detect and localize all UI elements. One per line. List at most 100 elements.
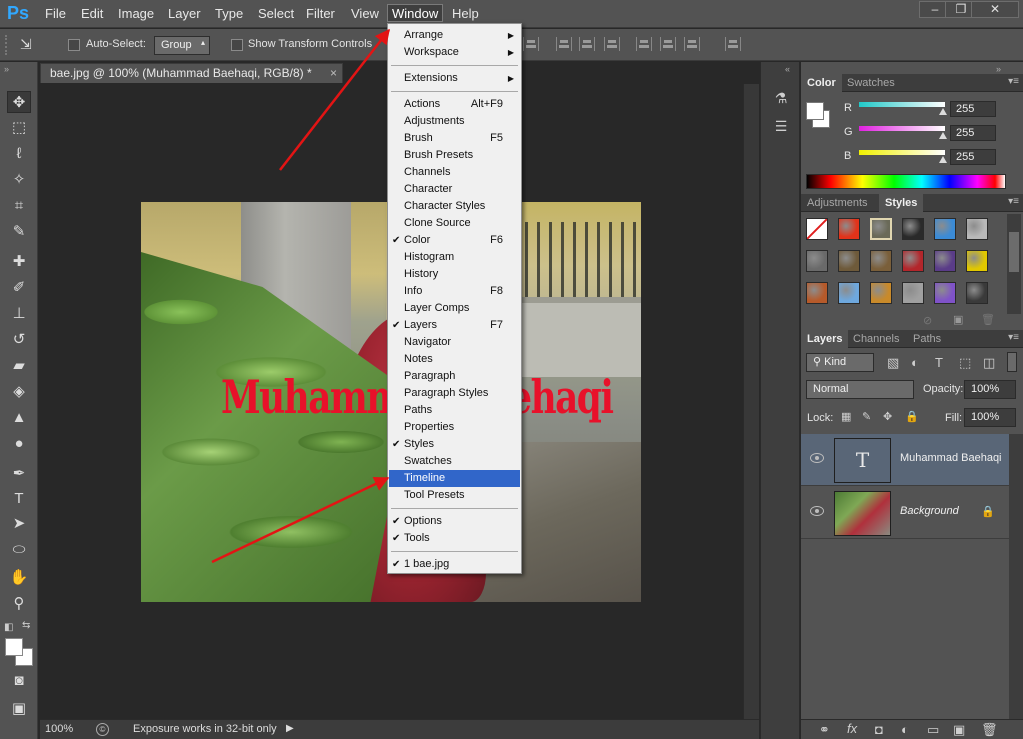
auto-select-checkbox[interactable] — [68, 39, 80, 51]
style-swatch[interactable] — [966, 250, 988, 272]
tab-channels[interactable]: Channels — [847, 330, 905, 348]
menu-item-tools[interactable]: ✔ Tools — [389, 530, 520, 547]
opacity-field[interactable]: 100% — [964, 380, 1016, 399]
collapse-arrows-icon[interactable]: » — [4, 64, 9, 74]
green-value[interactable]: 255 — [950, 125, 996, 141]
menu-item-actions[interactable]: Actions Alt+F9 — [389, 96, 520, 113]
menu-item-paragraph[interactable]: Paragraph — [389, 368, 520, 385]
distribute-right-icon[interactable] — [684, 37, 700, 51]
default-colors-icon[interactable]: ◧ — [4, 622, 13, 633]
style-swatch[interactable] — [838, 282, 860, 304]
style-swatch[interactable] — [902, 282, 924, 304]
menu-item-brush-presets[interactable]: Brush Presets — [389, 147, 520, 164]
zoom-tool-icon[interactable]: ⚲ — [7, 593, 31, 615]
screen-mode-icon[interactable]: ▣ — [7, 698, 31, 720]
filter-shape-icon[interactable]: ⬚ — [959, 355, 971, 371]
info-icon[interactable]: © — [96, 723, 109, 736]
menu-item-styles[interactable]: ✔ Styles — [389, 436, 520, 453]
filter-adjustment-icon[interactable]: ◐ — [911, 355, 919, 370]
collapse-panels-icon[interactable]: » — [996, 64, 1001, 74]
layer-name[interactable]: Background — [900, 505, 959, 517]
styles-scroll-thumb[interactable] — [1009, 232, 1019, 272]
panel-menu-icon[interactable]: ▾≡ — [1008, 76, 1019, 87]
menu-item-properties[interactable]: Properties — [389, 419, 520, 436]
style-swatch[interactable] — [870, 282, 892, 304]
tab-swatches[interactable]: Swatches — [841, 74, 901, 92]
menu-window[interactable]: Window — [387, 4, 444, 22]
collapse-dock-icon[interactable]: « — [785, 64, 790, 74]
ellipse-tool-icon[interactable]: ⬭ — [7, 539, 31, 561]
new-group-icon[interactable]: ▭ — [927, 722, 939, 738]
color-spectrum-ramp[interactable] — [806, 174, 1006, 189]
menu-help[interactable]: Help — [448, 5, 483, 23]
green-slider[interactable] — [859, 126, 945, 131]
menu-item-layers[interactable]: ✔ Layers F7 — [389, 317, 520, 334]
menu-layer[interactable]: Layer — [164, 5, 205, 23]
menu-filter[interactable]: Filter — [302, 5, 339, 23]
link-layers-icon[interactable]: ⚭ — [819, 722, 830, 738]
panel-menu-icon[interactable]: ▾≡ — [1008, 196, 1019, 207]
menu-type[interactable]: Type — [211, 5, 247, 23]
history-panel-icon[interactable]: ⚗ — [771, 88, 791, 108]
new-layer-icon[interactable]: ▣ — [953, 722, 965, 738]
style-swatch[interactable] — [870, 218, 892, 240]
menu-item-clone-source[interactable]: Clone Source — [389, 215, 520, 232]
lock-transparent-icon[interactable]: ▦ — [841, 410, 851, 423]
blue-slider[interactable] — [859, 150, 945, 155]
pen-tool-icon[interactable]: ✒ — [7, 463, 31, 485]
style-swatch[interactable] — [902, 218, 924, 240]
blend-mode-dropdown[interactable]: Normal — [806, 380, 914, 399]
quick-select-tool-icon[interactable]: ✧ — [7, 169, 31, 191]
menu-item-swatches[interactable]: Swatches — [389, 453, 520, 470]
menu-item-timeline[interactable]: Timeline — [389, 470, 520, 487]
style-swatch[interactable] — [806, 250, 828, 272]
style-swatch[interactable] — [966, 282, 988, 304]
tab-layers[interactable]: Layers — [801, 330, 849, 348]
menu-view[interactable]: View — [347, 5, 383, 23]
menu-item-arrange[interactable]: Arrange ▶ — [389, 27, 520, 44]
healing-brush-tool-icon[interactable]: ✚ — [7, 251, 31, 273]
swap-colors-icon[interactable]: ⇆ — [22, 620, 30, 631]
align-bottom-icon[interactable] — [604, 37, 620, 51]
style-swatch[interactable] — [966, 218, 988, 240]
green-slider-knob[interactable] — [939, 132, 947, 139]
menu-item-paragraph-styles[interactable]: Paragraph Styles — [389, 385, 520, 402]
style-swatch[interactable] — [870, 250, 892, 272]
delete-layer-icon[interactable]: 🗑 — [981, 722, 998, 738]
style-swatch[interactable] — [934, 250, 956, 272]
tab-color[interactable]: Color — [801, 74, 842, 92]
distribute-left-icon[interactable] — [636, 37, 652, 51]
close-document-icon[interactable]: × — [330, 64, 337, 83]
red-slider[interactable] — [859, 102, 945, 107]
lock-position-icon[interactable]: ✥ — [883, 410, 892, 423]
style-swatch[interactable] — [934, 218, 956, 240]
blue-slider-knob[interactable] — [939, 156, 947, 163]
document-tab[interactable]: bae.jpg @ 100% (Muhammad Baehaqi, RGB/8)… — [40, 63, 343, 83]
menu-item-color[interactable]: ✔ Color F6 — [389, 232, 520, 249]
align-top-icon[interactable] — [556, 37, 572, 51]
menu-select[interactable]: Select — [254, 5, 298, 23]
filter-type-icon[interactable]: T — [935, 355, 943, 370]
add-mask-icon[interactable]: ◘ — [875, 722, 883, 737]
red-value[interactable]: 255 — [950, 101, 996, 117]
delete-style-icon[interactable]: 🗑 — [981, 313, 995, 326]
marquee-tool-icon[interactable]: ⬚ — [7, 117, 31, 139]
tab-paths[interactable]: Paths — [907, 330, 947, 348]
menu-item-histogram[interactable]: Histogram — [389, 249, 520, 266]
auto-select-dropdown[interactable]: Group ▴ — [154, 36, 210, 55]
eye-icon[interactable] — [810, 506, 824, 516]
hand-tool-icon[interactable]: ✋ — [7, 567, 31, 589]
style-swatch[interactable] — [806, 218, 828, 240]
eraser-tool-icon[interactable]: ▰ — [7, 355, 31, 377]
menu-item-notes[interactable]: Notes — [389, 351, 520, 368]
menu-item-options[interactable]: ✔ Options — [389, 513, 520, 530]
dodge-tool-icon[interactable]: ● — [7, 433, 31, 455]
panel-menu-icon[interactable]: ▾≡ — [1008, 332, 1019, 343]
path-selection-tool-icon[interactable]: ➤ — [7, 513, 31, 535]
align-middle-icon[interactable] — [579, 37, 595, 51]
lock-all-icon[interactable]: 🔒 — [905, 410, 919, 423]
menu-item-layer-comps[interactable]: Layer Comps — [389, 300, 520, 317]
menu-image[interactable]: Image — [114, 5, 158, 23]
new-style-icon[interactable]: ▣ — [953, 313, 963, 326]
menu-item-character[interactable]: Character — [389, 181, 520, 198]
